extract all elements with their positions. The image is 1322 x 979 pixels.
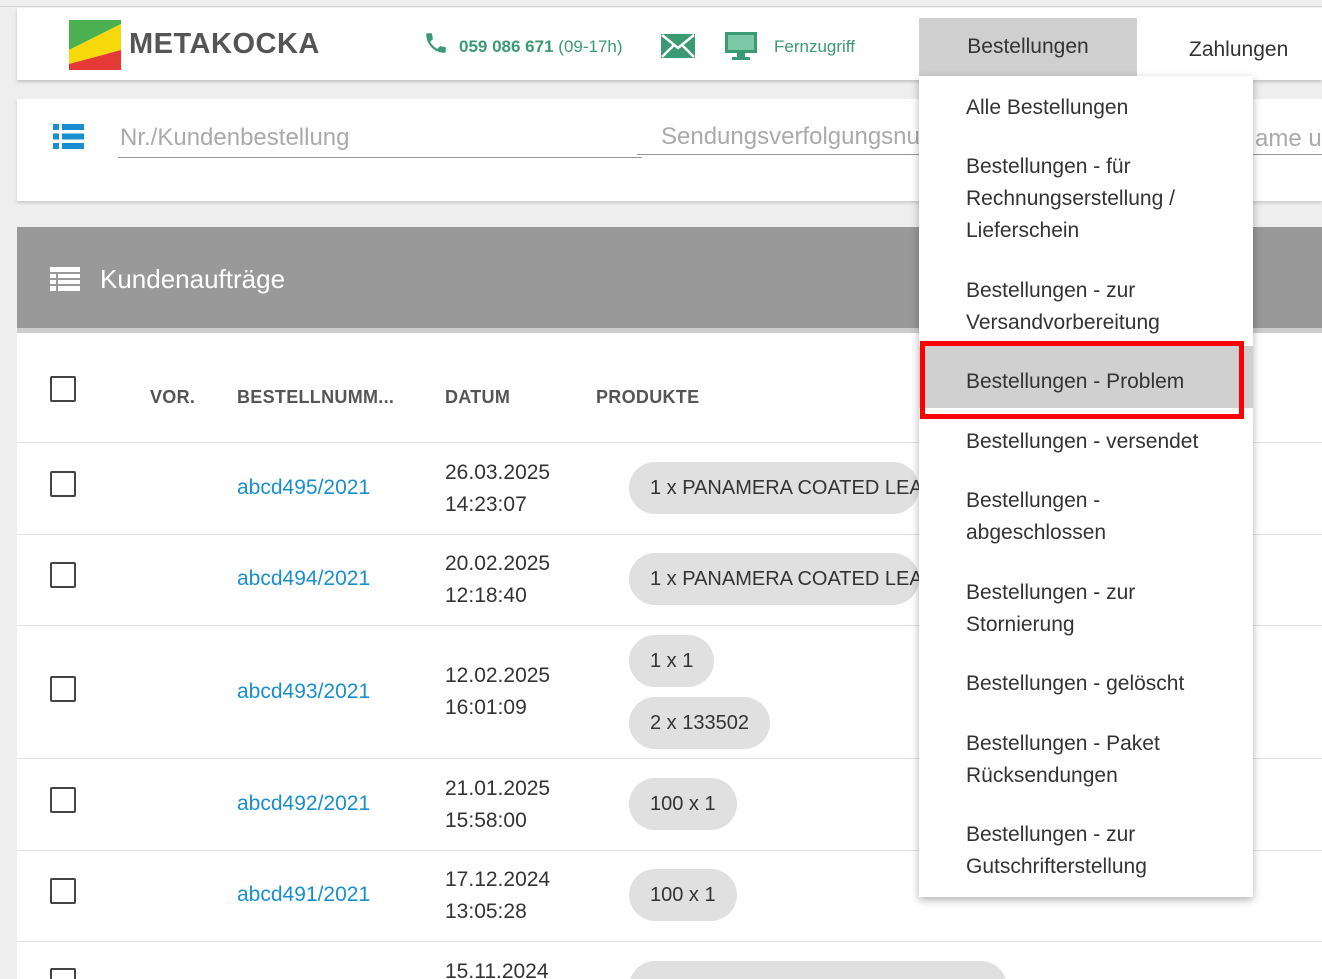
phone-info[interactable]: 059 086 671 (09-17h) [459, 37, 623, 57]
order-date-day: 15.11.2024 [445, 960, 549, 979]
menu-item-line: Bestellungen - Problem [966, 370, 1185, 393]
menu-item-all-orders[interactable]: Alle Bestellungen [919, 92, 1253, 124]
menu-item-cancellation[interactable]: Bestellungen - zur Stornierung [919, 577, 1253, 641]
row-checkbox[interactable] [50, 878, 76, 904]
menu-item-credit-note[interactable]: Bestellungen - zur Gutschrifterstellung [919, 819, 1253, 883]
metakocka-logo-icon [69, 20, 121, 70]
order-number-link[interactable]: abcd493/2021 [237, 680, 370, 704]
phone-hours: (09-17h) [558, 37, 623, 56]
order-date: 21.01.2025 15:58:00 [445, 773, 550, 837]
row-checkbox[interactable] [50, 676, 76, 702]
orders-dropdown-menu: Alle Bestellungen Bestellungen - für Rec… [919, 76, 1253, 897]
phone-icon [426, 33, 446, 53]
panel-title: Kundenaufträge [100, 264, 286, 294]
order-number-link[interactable]: abcd491/2021 [237, 883, 370, 907]
column-header-date[interactable]: DATUM [445, 387, 510, 408]
order-number-link[interactable]: abcd495/2021 [237, 476, 370, 500]
menu-item-problem[interactable]: Bestellungen - Problem [919, 346, 1253, 408]
product-chip[interactable]: 100 x 1 [629, 869, 737, 921]
header-bar: METAKOCKA 059 086 671 (09-17h) Fernzugri… [17, 8, 1322, 80]
brand-name: METAKOCKA [129, 28, 320, 60]
menu-item-line: Lieferschein [966, 219, 1080, 242]
menu-item-line: Bestellungen - zur [966, 581, 1136, 604]
order-date: 12.02.2025 16:01:09 [445, 660, 550, 724]
nav-orders-menu[interactable]: Bestellungen [919, 18, 1137, 76]
top-divider [0, 6, 1322, 7]
remote-access-link[interactable]: Fernzugriff [774, 37, 855, 57]
menu-item-line: Bestellungen - versendet [966, 430, 1199, 453]
order-date: 17.12.2024 13:05:28 [445, 864, 550, 928]
order-date-day: 20.02.2025 [445, 552, 551, 575]
menu-item-shipping-prep[interactable]: Bestellungen - zur Versandvorbereitung [919, 275, 1253, 339]
select-all-checkbox[interactable] [50, 376, 76, 402]
nav-payments-menu[interactable]: Zahlungen [1189, 38, 1288, 62]
menu-item-line: Versandvorbereitung [966, 311, 1160, 334]
menu-item-line: Bestellungen - gelöscht [966, 672, 1185, 695]
column-header-products[interactable]: PRODUKTE [596, 387, 699, 408]
list-icon[interactable] [53, 124, 84, 149]
menu-item-invoicing[interactable]: Bestellungen - für Rechnungserstellung /… [919, 151, 1253, 247]
menu-item-line: Bestellungen - [966, 489, 1101, 512]
product-chip[interactable]: 100 x 1 [629, 778, 737, 830]
list-icon [50, 267, 80, 291]
order-number-link[interactable]: abcd494/2021 [237, 567, 370, 591]
order-date-time: 14:23:07 [445, 493, 527, 516]
order-date-day: 12.02.2025 [445, 664, 551, 687]
column-header-prefix[interactable]: VOR. [150, 387, 195, 408]
order-date-day: 17.12.2024 [445, 868, 551, 891]
row-checkbox[interactable] [50, 562, 76, 588]
menu-item-line: Rücksendungen [966, 764, 1118, 787]
order-date: 15.11.2024 [445, 956, 549, 979]
menu-item-line: Alle Bestellungen [966, 96, 1129, 119]
menu-item-line: Bestellungen - zur [966, 823, 1136, 846]
menu-item-line: Stornierung [966, 613, 1075, 636]
order-date-time: 13:05:28 [445, 900, 527, 923]
phone-number[interactable]: 059 086 671 [459, 37, 554, 56]
menu-item-completed[interactable]: Bestellungen - abgeschlossen [919, 485, 1253, 549]
table-row: 15.11.2024 [17, 942, 1322, 979]
order-number-search-input[interactable] [118, 119, 642, 158]
product-chip[interactable]: 1 x PANAMERA COATED LEATHER [629, 553, 919, 605]
menu-item-line: Bestellungen - Paket [966, 732, 1160, 755]
order-date-time: 16:01:09 [445, 696, 527, 719]
product-chip[interactable]: 2 x 133502 [629, 697, 770, 749]
menu-item-line: Bestellungen - für [966, 155, 1131, 178]
mail-icon[interactable] [661, 34, 695, 58]
product-chip[interactable]: 1 x 1 [629, 635, 715, 687]
order-date: 20.02.2025 12:18:40 [445, 548, 550, 612]
order-date-day: 26.03.2025 [445, 461, 551, 484]
menu-item-line: Bestellungen - zur [966, 279, 1136, 302]
row-checkbox[interactable] [50, 968, 76, 979]
name-search-placeholder-partial[interactable]: ame u [1255, 125, 1322, 153]
column-header-order-number[interactable]: BESTELLNUMM... [237, 387, 394, 408]
order-date-time: 15:58:00 [445, 809, 527, 832]
order-date-time: 12:18:40 [445, 584, 527, 607]
menu-item-line: Rechnungserstellung / [966, 187, 1175, 210]
product-chip[interactable]: 1 x PANAMERA COATED LEATHER [629, 462, 919, 514]
order-date-day: 21.01.2025 [445, 777, 551, 800]
menu-item-shipped[interactable]: Bestellungen - versendet [919, 426, 1253, 458]
menu-item-line: Gutschrifterstellung [966, 855, 1147, 878]
menu-item-package-returns[interactable]: Bestellungen - Paket Rücksendungen [919, 728, 1253, 792]
monitor-icon[interactable] [724, 31, 758, 61]
row-checkbox[interactable] [50, 787, 76, 813]
row-checkbox[interactable] [50, 471, 76, 497]
menu-item-line: abgeschlossen [966, 521, 1107, 544]
order-number-link[interactable]: abcd492/2021 [237, 792, 370, 816]
menu-item-deleted[interactable]: Bestellungen - gelöscht [919, 668, 1253, 700]
order-date: 26.03.2025 14:23:07 [445, 457, 550, 521]
product-chip[interactable] [629, 961, 1007, 979]
